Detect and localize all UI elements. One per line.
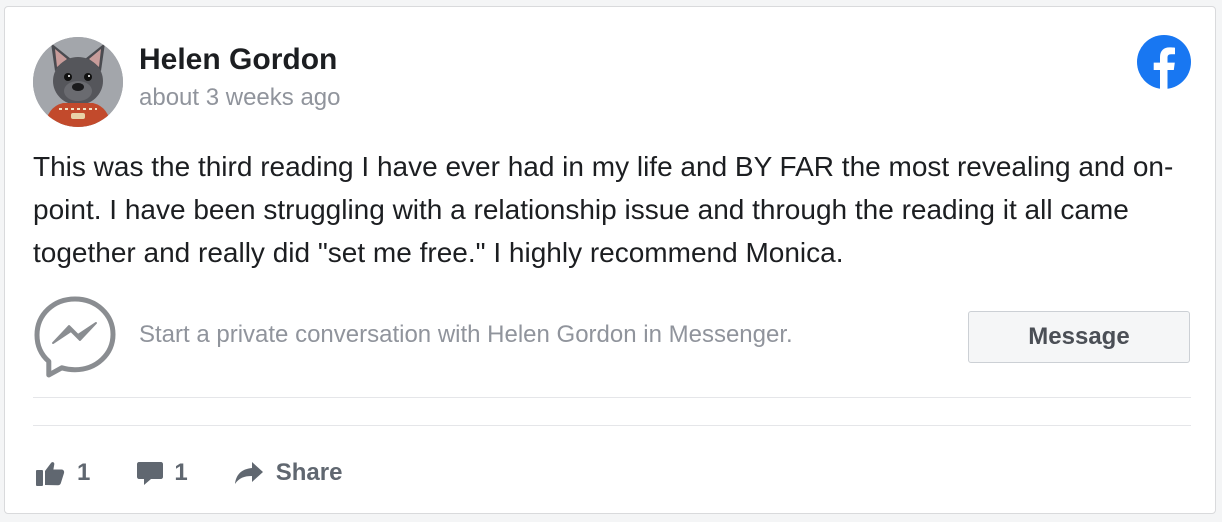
comment-count: 1	[174, 459, 188, 486]
action-bar: 1 1 Share	[35, 453, 342, 493]
share-label: Share	[275, 459, 343, 486]
review-card: Helen Gordon about 3 weeks ago This was …	[4, 6, 1216, 514]
thumbs-up-icon	[36, 462, 65, 486]
author-name[interactable]: Helen Gordon	[139, 43, 337, 77]
like-count: 1	[77, 459, 91, 486]
like-button[interactable]: 1	[35, 459, 90, 487]
comment-icon	[137, 462, 164, 485]
message-button[interactable]: Message	[968, 311, 1190, 363]
share-button[interactable]: Share	[234, 459, 343, 487]
divider	[33, 397, 1191, 398]
posted-time[interactable]: about 3 weeks ago	[139, 84, 340, 112]
messenger-icon	[33, 295, 117, 379]
comment-button[interactable]: 1	[136, 459, 188, 487]
avatar[interactable]	[33, 37, 123, 127]
facebook-icon[interactable]	[1137, 35, 1191, 89]
messenger-prompt: Start a private conversation with Helen …	[139, 321, 793, 348]
review-text: This was the third reading I have ever h…	[33, 151, 1174, 268]
dog-portrait-icon	[33, 37, 123, 127]
divider	[33, 425, 1191, 426]
share-arrow-icon	[234, 462, 263, 484]
